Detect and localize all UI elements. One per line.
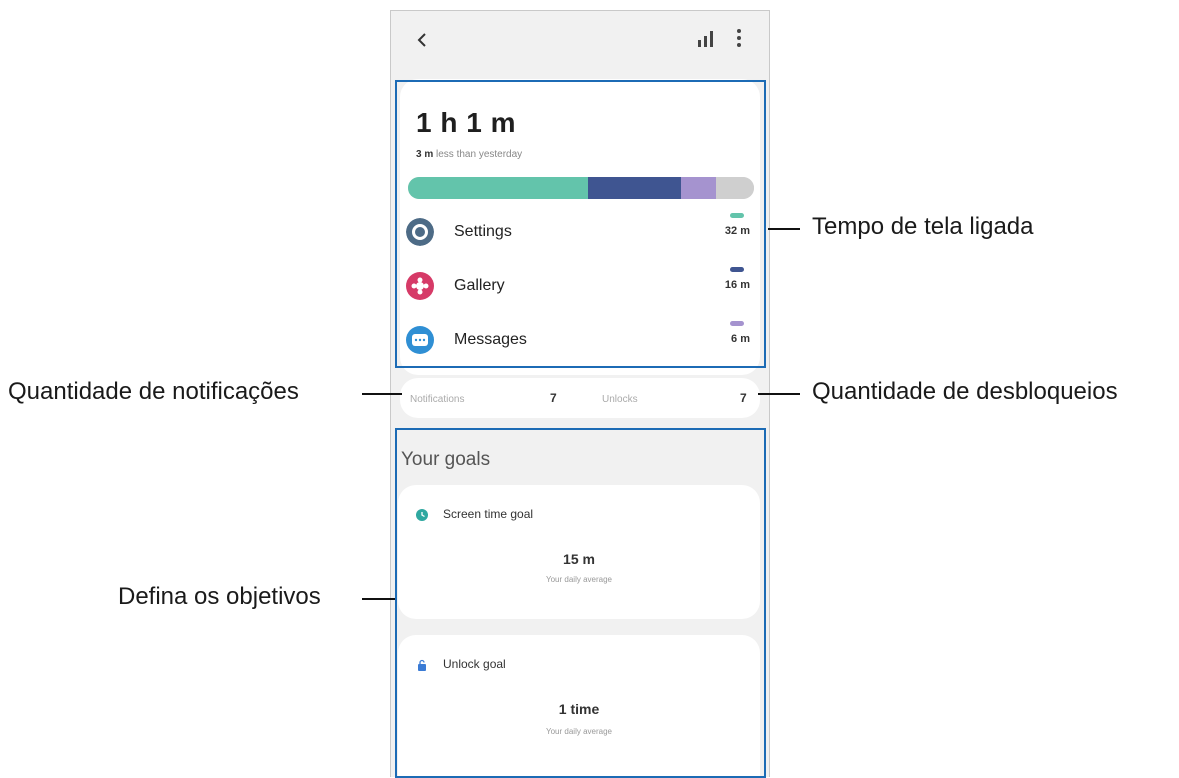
app-time: 32 m (724, 225, 750, 237)
messages-icon (406, 326, 434, 354)
callout-screen-time: Tempo de tela ligada (812, 213, 1034, 240)
comparison-text: 3 m less than yesterday (416, 149, 523, 160)
app-row-settings[interactable]: Settings 32 m (406, 213, 752, 253)
app-name: Messages (454, 331, 527, 348)
lock-icon (418, 659, 426, 671)
callout-notifications: Quantidade de notificações (8, 378, 299, 405)
usage-segment-settings (408, 177, 588, 199)
app-name: Gallery (454, 277, 505, 294)
usage-bar (408, 177, 754, 199)
unlocks-label: Unlocks (602, 394, 638, 405)
app-time: 6 m (731, 333, 750, 345)
usage-segment-messages (681, 177, 716, 199)
screen-time-goal-label: Screen time goal (443, 507, 534, 521)
app-color-indicator (730, 321, 744, 326)
top-bar (391, 11, 769, 73)
unlock-goal-label: Unlock goal (443, 657, 506, 671)
callout-unlocks: Quantidade de desbloqueios (812, 378, 1118, 405)
usage-segment-gallery (587, 177, 682, 199)
callout-goals: Defina os objetivos (118, 583, 321, 610)
screen-time-goal-value: 15 m (563, 551, 595, 567)
phone-screen: 1 h 1 m 3 m less than yesterday Settings… (390, 10, 770, 777)
usage-segment-other (715, 177, 754, 199)
unlock-goal-card[interactable]: Unlock goal 1 time Your daily average (398, 635, 760, 777)
usage-card: 1 h 1 m 3 m less than yesterday Settings… (400, 79, 760, 375)
settings-icon (406, 218, 434, 246)
clock-icon (416, 509, 428, 521)
bar-chart-icon[interactable] (696, 29, 718, 49)
unlocks-count: 7 (740, 391, 747, 405)
app-row-gallery[interactable]: Gallery 16 m (406, 267, 752, 307)
callout-line-unlocks (758, 393, 800, 395)
chevron-left-icon[interactable] (413, 25, 433, 53)
callout-line-goals (362, 598, 395, 600)
app-time: 16 m (724, 279, 750, 291)
notifications-label: Notifications (410, 394, 465, 405)
app-color-indicator (730, 267, 744, 272)
goals-section-title: Your goals (401, 449, 491, 470)
total-screen-time: 1 h 1 m (416, 107, 516, 138)
counts-card: Notifications 7 Unlocks 7 (400, 378, 760, 418)
unlock-goal-caption: Your daily average (546, 727, 612, 736)
callout-line-screen-time (768, 228, 800, 230)
app-row-messages[interactable]: Messages 6 m (406, 321, 752, 361)
screen-time-goal-caption: Your daily average (546, 575, 612, 584)
notifications-count: 7 (550, 391, 557, 405)
more-vertical-icon[interactable] (734, 27, 744, 49)
app-color-indicator (730, 213, 744, 218)
callout-line-notifications (362, 393, 402, 395)
screen-time-goal-card[interactable]: Screen time goal 15 m Your daily average (398, 485, 760, 619)
unlock-goal-value: 1 time (558, 701, 600, 717)
app-name: Settings (454, 223, 512, 240)
gallery-icon (406, 272, 434, 300)
